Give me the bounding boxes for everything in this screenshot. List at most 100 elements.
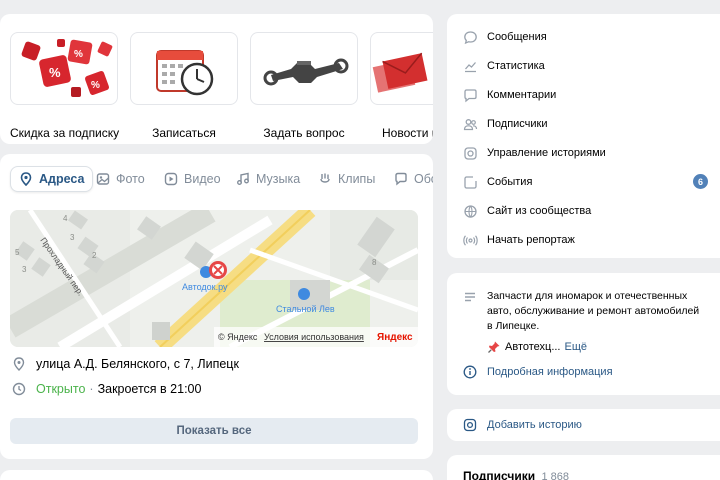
house-number: 3 <box>70 233 75 242</box>
shortcut-label: Записаться <box>152 126 216 140</box>
house-number: 5 <box>15 248 20 257</box>
shortcut-label: Новости и <box>382 126 433 140</box>
house-number: 2 <box>92 251 97 260</box>
place-label: Автодок.ру <box>182 282 228 292</box>
house-number: 8 <box>372 258 377 267</box>
discussion-icon <box>395 172 407 186</box>
menu-item-label: Сообщения <box>487 31 547 43</box>
description-icon <box>465 292 475 302</box>
menu-item-messages[interactable]: Сообщения <box>463 26 547 48</box>
tab-photo[interactable]: Фото <box>96 166 145 192</box>
svg-text:%: % <box>74 49 83 60</box>
map-terms-link: Условия использования <box>264 332 364 342</box>
discount-dice-icon: % % % <box>21 39 113 97</box>
menu-item-subscribers[interactable]: Подписчики <box>463 113 548 135</box>
menu-item-label: События <box>487 176 533 188</box>
tab-label: Адреса <box>39 172 85 186</box>
events-icon <box>464 175 477 189</box>
envelope-icon <box>372 52 428 93</box>
house-number: 3 <box>22 265 27 274</box>
menu-item-statistics[interactable]: Статистика <box>463 55 545 77</box>
stories-icon <box>464 146 477 160</box>
shortcuts-card: % % % Скидка за подписку Записаться Зада… <box>0 14 433 144</box>
menu-item-label: Комментарии <box>487 89 557 101</box>
map-copyright: © Яндекс <box>218 332 258 342</box>
music-icon <box>237 172 249 185</box>
subscribers-heading[interactable]: Подписчики 1 868 <box>463 469 569 480</box>
closing-time: Закроется в 21:00 <box>97 382 202 396</box>
add-story-label: Добавить историю <box>487 419 582 431</box>
photo-icon <box>96 173 110 185</box>
info-icon <box>463 365 477 379</box>
about-card: Запчасти для иномарок и отечественных ав… <box>447 273 720 395</box>
menu-item-events[interactable]: События <box>463 171 532 193</box>
svg-text:%: % <box>91 80 100 91</box>
message-icon <box>464 30 477 44</box>
house-number: 4 <box>63 214 68 223</box>
tab-music[interactable]: Музыка <box>236 166 300 192</box>
tab-clips[interactable]: Клипы <box>318 166 375 192</box>
video-icon <box>164 172 178 186</box>
svg-text:%: % <box>49 65 61 80</box>
show-all-button[interactable]: Показать все <box>10 418 418 444</box>
addresses-card: Адреса Фото Видео Музыка Клипы Обс <box>0 154 433 459</box>
next-card <box>0 470 433 480</box>
broadcast-icon <box>463 234 478 246</box>
yandex-logo: Яндекс <box>377 332 413 343</box>
story-icon <box>463 418 477 432</box>
details-link[interactable]: Подробная информация <box>487 366 613 378</box>
subscribers-card: Подписчики 1 868 <box>447 455 720 480</box>
menu-item-broadcast[interactable]: Начать репортаж <box>463 229 575 251</box>
tab-label: Видео <box>184 172 221 186</box>
menu-item-label: Подписчики <box>487 118 548 130</box>
shortcut-ask[interactable] <box>250 32 358 105</box>
tab-label: Музыка <box>256 172 301 186</box>
wrench-icon <box>263 58 349 86</box>
menu-item-stories[interactable]: Управление историями <box>463 142 606 164</box>
location-map[interactable]: 4 3 2 5 3 8 Прохладный пер. Автодок.ру С… <box>10 210 418 347</box>
shortcut-discount[interactable]: % % % <box>10 32 118 105</box>
clips-icon <box>320 173 330 183</box>
shortcut-label: Задать вопрос <box>263 126 345 140</box>
shortcut-label: Скидка за подписку <box>10 126 120 140</box>
tab-label: Клипы <box>338 172 376 186</box>
address-text: улица А.Д. Белянского, с 7, Липецк <box>36 357 239 371</box>
address-row: улица А.Д. Белянского, с 7, Липецк <box>12 357 239 371</box>
globe-icon <box>464 204 477 218</box>
tab-discussions[interactable]: Обс <box>394 166 433 192</box>
clock-icon <box>12 382 26 396</box>
events-count-badge: 6 <box>693 174 708 189</box>
community-description: Запчасти для иномарок и отечественных ав… <box>487 290 700 332</box>
add-story-card[interactable]: Добавить историю <box>447 409 720 441</box>
status-separator: · <box>89 382 94 396</box>
pinned-text: Автотехц... <box>505 341 561 353</box>
poi-label: Стальной Лев <box>276 304 335 314</box>
menu-item-label: Управление историями <box>487 147 606 159</box>
tab-label: Обс <box>414 172 433 186</box>
subscribers-title: Подписчики <box>463 469 536 480</box>
comment-icon <box>464 88 477 102</box>
management-menu: Сообщения Статистика Комментарии Подписч… <box>447 14 720 258</box>
pushpin-icon <box>488 341 500 353</box>
shortcut-booking[interactable] <box>130 32 238 105</box>
pinned-row: Автотехц... Ещё <box>487 340 587 354</box>
menu-item-comments[interactable]: Комментарии <box>463 84 556 106</box>
menu-item-label: Начать репортаж <box>487 234 575 246</box>
hours-row: Открыто · Закроется в 21:00 <box>12 382 201 396</box>
location-pin-icon <box>13 357 25 371</box>
content-tabs: Адреса Фото Видео Музыка Клипы Обс <box>10 166 433 192</box>
menu-item-label: Статистика <box>487 60 545 72</box>
shortcut-news[interactable] <box>370 32 433 105</box>
subscribers-count: 1 868 <box>541 471 570 480</box>
calendar-clock-icon <box>156 50 214 96</box>
menu-item-label: Сайт из сообщества <box>487 205 592 217</box>
stats-icon <box>465 61 476 72</box>
tab-addresses[interactable]: Адреса <box>10 166 94 192</box>
subscribers-icon <box>463 118 478 130</box>
open-status: Открыто <box>36 382 86 396</box>
tab-video[interactable]: Видео <box>164 166 221 192</box>
map-canvas: 4 3 2 5 3 8 Прохладный пер. Автодок.ру С… <box>10 210 418 347</box>
menu-item-website[interactable]: Сайт из сообщества <box>463 200 591 222</box>
tab-label: Фото <box>116 172 145 186</box>
show-more-link[interactable]: Ещё <box>565 341 588 353</box>
